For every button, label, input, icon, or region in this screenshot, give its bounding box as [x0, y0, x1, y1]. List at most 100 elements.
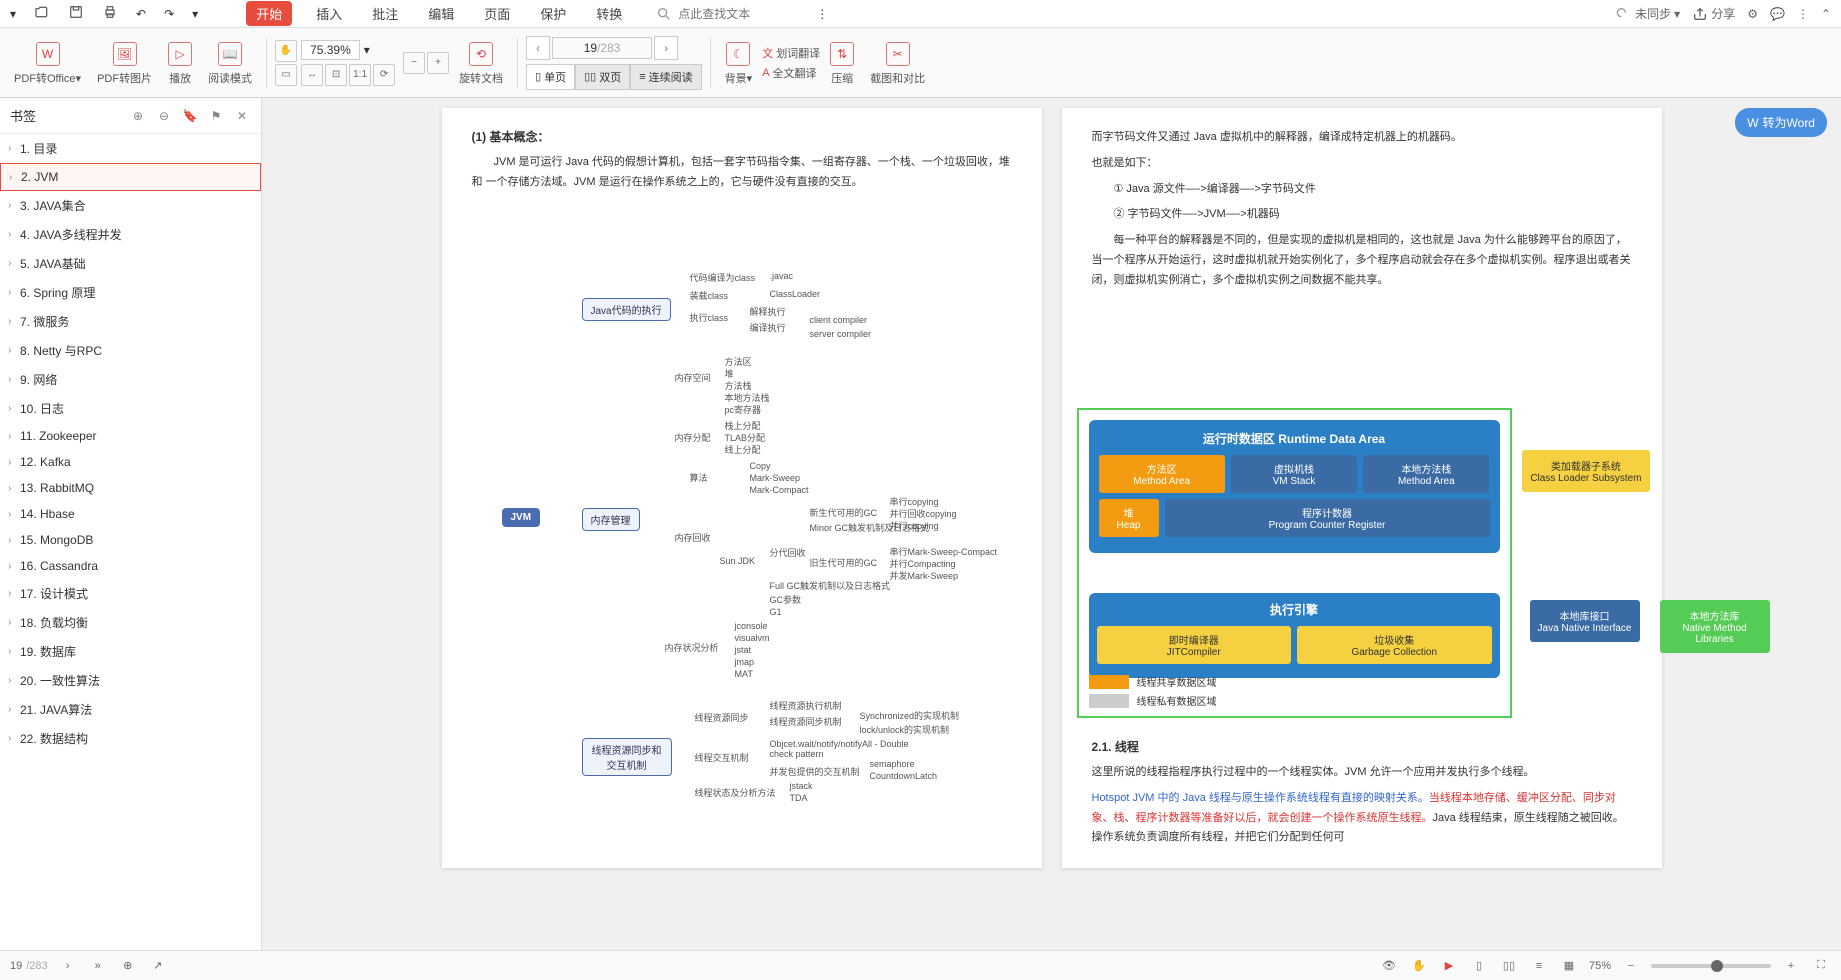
- fullscreen-icon[interactable]: ⛶: [1811, 956, 1831, 976]
- double-page-button[interactable]: ▯▯ 双页: [575, 64, 630, 90]
- sidebar-title: 书签: [10, 106, 36, 125]
- file-dropdown-icon[interactable]: ▾: [10, 7, 16, 21]
- full-translate-button[interactable]: A全文翻译: [762, 65, 820, 81]
- tab-edit[interactable]: 编辑: [422, 0, 460, 27]
- search-icon: [656, 6, 672, 22]
- refresh-icon[interactable]: ⟳: [373, 64, 395, 86]
- document-viewport[interactable]: W 转为Word (1) 基本概念： JVM 是可运行 Java 代码的假想计算…: [262, 98, 1841, 950]
- bookmark-item[interactable]: 18. 负载均衡: [0, 608, 261, 637]
- compress-button[interactable]: ⇅ 压缩: [824, 40, 860, 86]
- view-single-icon[interactable]: ▯: [1469, 956, 1489, 976]
- fit-page-icon[interactable]: ⊡: [325, 64, 347, 86]
- footer-zoom-value: 75%: [1589, 960, 1611, 972]
- open-icon[interactable]: [34, 4, 50, 23]
- bookmark-item[interactable]: 3. JAVA集合: [0, 191, 261, 220]
- expand-icon[interactable]: ⌃: [1821, 7, 1831, 21]
- footer-export-icon[interactable]: ↗: [148, 956, 168, 976]
- screenshot-button[interactable]: ✂ 截图和对比: [864, 40, 931, 86]
- bookmark-item[interactable]: 16. Cassandra: [0, 553, 261, 579]
- tab-start[interactable]: 开始: [246, 1, 292, 26]
- bookmark-item[interactable]: 6. Spring 原理: [0, 278, 261, 307]
- actual-size-icon[interactable]: 1:1: [349, 64, 371, 86]
- zoom-in-icon[interactable]: +: [427, 52, 449, 74]
- next-page-button[interactable]: ›: [654, 36, 678, 60]
- sync-status[interactable]: 未同步 ▾: [1616, 5, 1680, 22]
- hand-tool-icon[interactable]: ✋: [275, 40, 297, 62]
- view-grid-icon[interactable]: ▦: [1559, 956, 1579, 976]
- bookmark-item[interactable]: 15. MongoDB: [0, 527, 261, 553]
- rotate-button[interactable]: ⟲ 旋转文档: [453, 40, 509, 86]
- save-icon[interactable]: [68, 4, 84, 23]
- read-mode-button[interactable]: 📖 阅读模式: [202, 40, 258, 86]
- bookmark-item[interactable]: 20. 一致性算法: [0, 666, 261, 695]
- continuous-button[interactable]: ≡ 连续阅读: [630, 64, 701, 90]
- tab-page[interactable]: 页面: [478, 0, 516, 27]
- zoom-slider[interactable]: [1651, 964, 1771, 968]
- page-right: 而字节码文件又通过 Java 虚拟机中的解释器，编译成特定机器上的机器码。 也就…: [1062, 108, 1662, 868]
- bookmark-item[interactable]: 4. JAVA多线程并发: [0, 220, 261, 249]
- zoom-value[interactable]: 75.39%: [301, 40, 360, 60]
- pdf-to-image-button[interactable]: 🖼 PDF转图片: [91, 40, 158, 86]
- add-bookmark-icon[interactable]: ⊕: [129, 107, 147, 125]
- convert-to-word-button[interactable]: W 转为Word: [1735, 108, 1827, 137]
- next-page-icon[interactable]: ›: [58, 956, 78, 976]
- bookmark-item[interactable]: 13. RabbitMQ: [0, 475, 261, 501]
- view-play-icon[interactable]: ▶: [1439, 956, 1459, 976]
- single-page-button[interactable]: ▯ 单页: [526, 64, 575, 90]
- print-icon[interactable]: [102, 4, 118, 23]
- view-eye-icon[interactable]: 👁: [1379, 956, 1399, 976]
- bookmark-item[interactable]: 8. Netty 与RPC: [0, 336, 261, 365]
- bookmark-item[interactable]: 14. Hbase: [0, 501, 261, 527]
- bookmark-item[interactable]: 7. 微服务: [0, 307, 261, 336]
- play-button[interactable]: ▷ 播放: [162, 40, 198, 86]
- bookmark-item[interactable]: 10. 日志: [0, 394, 261, 423]
- dropdown-icon[interactable]: ▾: [192, 7, 198, 21]
- pdf-to-office-button[interactable]: W PDF转Office▾: [8, 40, 87, 86]
- flag-icon[interactable]: ⚑: [207, 107, 225, 125]
- word-translate-button[interactable]: 文划词翻译: [762, 45, 820, 61]
- bookmark-item[interactable]: 5. JAVA基础: [0, 249, 261, 278]
- bookmark-item[interactable]: 22. 数据结构: [0, 724, 261, 753]
- redo-icon[interactable]: ↷: [164, 7, 174, 21]
- bookmark-item[interactable]: 19. 数据库: [0, 637, 261, 666]
- bookmark-item[interactable]: 21. JAVA算法: [0, 695, 261, 724]
- search-input[interactable]: [678, 7, 798, 21]
- view-hand-icon[interactable]: ✋: [1409, 956, 1429, 976]
- search-area[interactable]: [656, 6, 798, 22]
- tab-bar: ▾ ↶ ↷ ▾ 开始 插入 批注 编辑 页面 保护 转换 ⋮ 未同步 ▾ 分享 …: [0, 0, 1841, 28]
- prev-page-button[interactable]: ‹: [526, 36, 550, 60]
- tab-protect[interactable]: 保护: [534, 0, 572, 27]
- gear-icon[interactable]: ⚙: [1747, 7, 1758, 21]
- zoom-dropdown-icon[interactable]: ▾: [364, 43, 370, 57]
- view-continuous-icon[interactable]: ≡: [1529, 956, 1549, 976]
- last-page-icon[interactable]: »: [88, 956, 108, 976]
- footer-page-indicator[interactable]: 19/283: [10, 960, 48, 972]
- section-heading: (1) 基本概念：: [472, 128, 1012, 145]
- bookmark-item[interactable]: 12. Kafka: [0, 449, 261, 475]
- footer-add-icon[interactable]: ⊕: [118, 956, 138, 976]
- bookmark-item[interactable]: 2. JVM: [0, 163, 261, 191]
- bookmark-item[interactable]: 1. 目录: [0, 134, 261, 163]
- select-tool-icon[interactable]: ▭: [275, 64, 297, 86]
- remove-bookmark-icon[interactable]: ⊖: [155, 107, 173, 125]
- view-double-icon[interactable]: ▯▯: [1499, 956, 1519, 976]
- fit-width-icon[interactable]: ↔: [301, 64, 323, 86]
- bookmark-item[interactable]: 11. Zookeeper: [0, 423, 261, 449]
- background-button[interactable]: ☾ 背景▾: [719, 40, 759, 86]
- footer-zoom-out-icon[interactable]: −: [1621, 956, 1641, 976]
- tab-annotate[interactable]: 批注: [366, 0, 404, 27]
- more-icon[interactable]: ⋮: [816, 7, 828, 21]
- page-number-input[interactable]: 19/283: [552, 37, 652, 59]
- zoom-out-icon[interactable]: −: [403, 52, 425, 74]
- chat-icon[interactable]: 💬: [1770, 7, 1785, 21]
- menu-icon[interactable]: ⋮: [1797, 7, 1809, 21]
- tab-insert[interactable]: 插入: [310, 0, 348, 27]
- undo-icon[interactable]: ↶: [136, 7, 146, 21]
- share-button[interactable]: 分享: [1692, 5, 1735, 22]
- close-sidebar-icon[interactable]: ✕: [233, 107, 251, 125]
- bookmark-item[interactable]: 9. 网络: [0, 365, 261, 394]
- tab-convert[interactable]: 转换: [590, 0, 628, 27]
- bookmark-item[interactable]: 17. 设计模式: [0, 579, 261, 608]
- footer-zoom-in-icon[interactable]: +: [1781, 956, 1801, 976]
- bookmark-icon[interactable]: 🔖: [181, 107, 199, 125]
